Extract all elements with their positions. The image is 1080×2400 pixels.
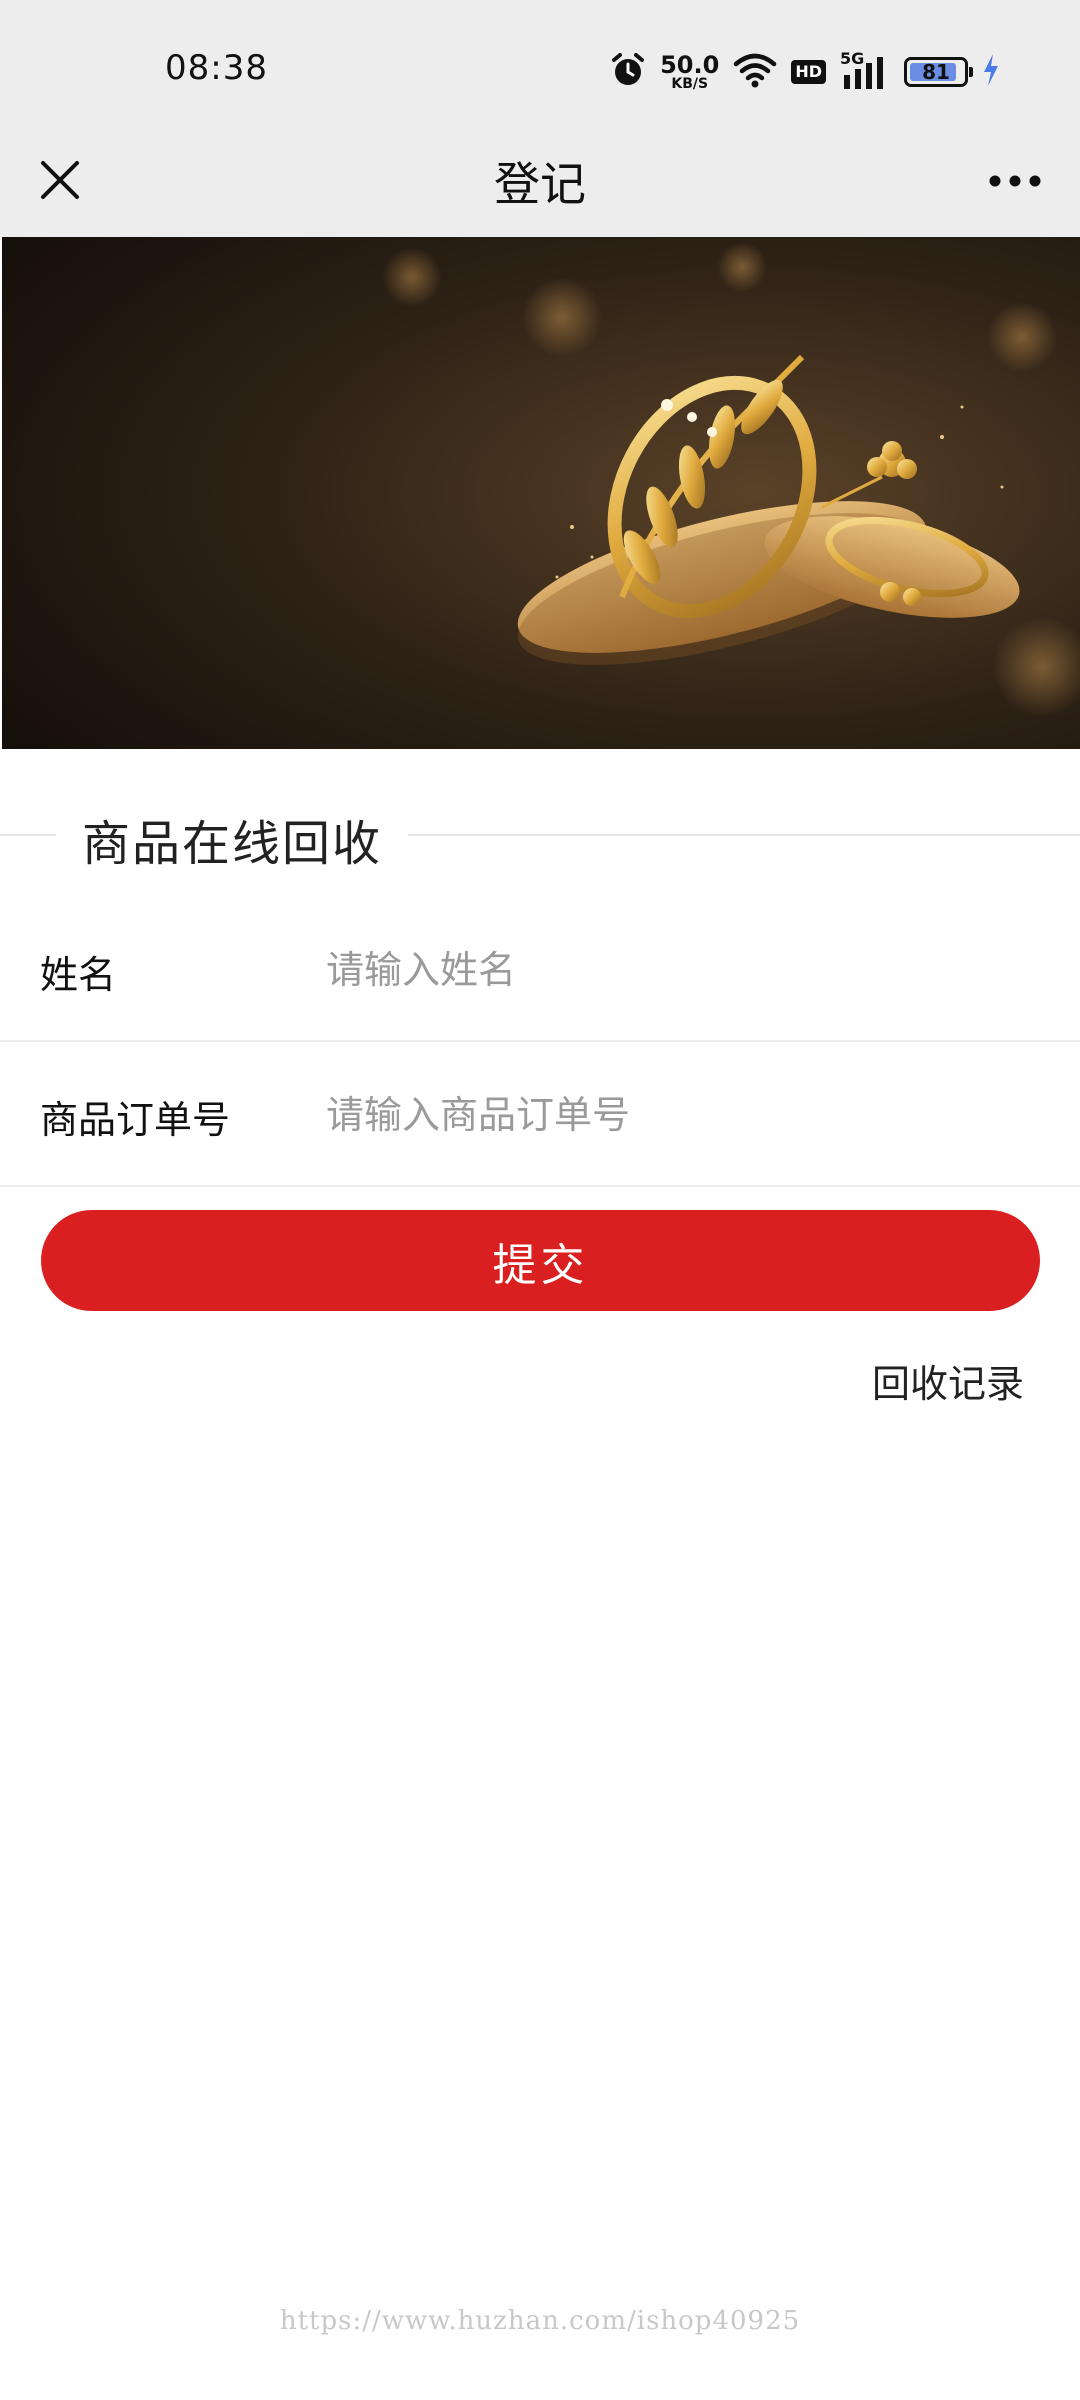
nav-bar: 登记: [0, 130, 1080, 237]
form-row-order: 商品订单号: [0, 1043, 1080, 1187]
network-speed: 50.0 KB/S: [660, 53, 719, 91]
gold-jewelry-banner-image: [2, 237, 1080, 749]
order-number-input[interactable]: [326, 1077, 1026, 1153]
hd-badge: HD: [791, 60, 826, 84]
battery-level: 81: [922, 60, 950, 84]
status-time: 08:38: [165, 48, 268, 88]
speed-value: 50.0: [660, 51, 720, 79]
more-icon: [988, 173, 1042, 192]
submit-button[interactable]: 提交: [41, 1210, 1040, 1311]
battery-icon: 81: [904, 57, 973, 87]
name-label: 姓名: [40, 953, 117, 997]
speed-unit: KB/S: [671, 76, 709, 92]
alarm-icon: [610, 52, 646, 92]
recycle-history-link[interactable]: 回收记录: [872, 1353, 1024, 1408]
section-title: 商品在线回收: [56, 804, 409, 874]
watermark: https://www.huzhan.com/ishop40925: [279, 2306, 801, 2336]
wifi-icon: [733, 52, 777, 92]
status-bar: 08:38 50.0 KB/S HD 5G 81: [0, 0, 1080, 130]
page-title: 登记: [494, 157, 586, 211]
charging-icon: [982, 52, 1000, 92]
signal-icon: 5G: [840, 49, 890, 91]
more-button[interactable]: [980, 150, 1050, 214]
order-number-label: 商品订单号: [40, 1098, 231, 1142]
section-header: 商品在线回收: [0, 790, 1080, 880]
banner-image: [2, 237, 1080, 749]
form-row-name: 姓名: [0, 898, 1080, 1042]
status-icons: 50.0 KB/S HD 5G 81: [610, 49, 1000, 94]
name-input[interactable]: [326, 932, 1026, 1008]
